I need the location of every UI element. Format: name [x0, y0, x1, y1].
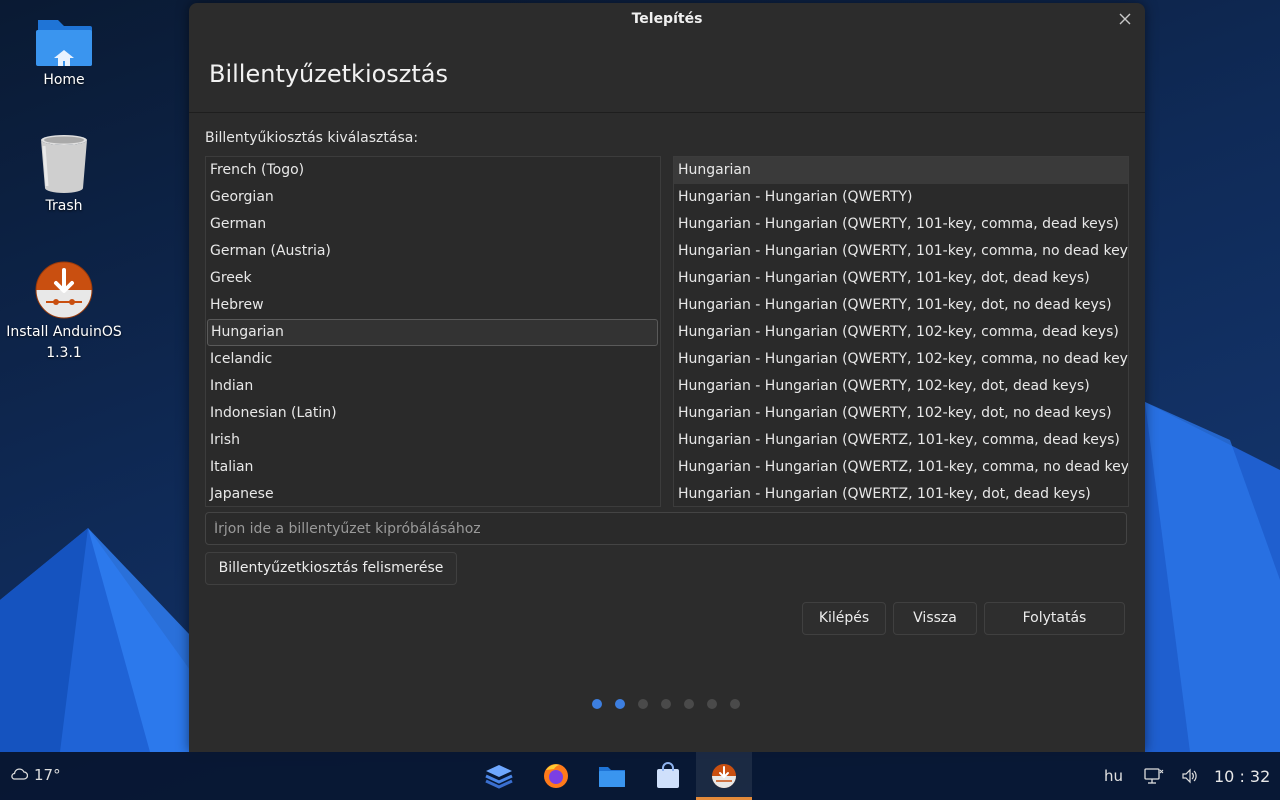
layout-list-item[interactable]: Hungarian — [207, 319, 658, 346]
clock[interactable]: 10 : 32 — [1214, 767, 1270, 786]
installer-icon — [712, 764, 736, 788]
layout-list-item[interactable]: Indonesian (Latin) — [206, 400, 660, 427]
divider — [189, 112, 1145, 113]
variant-list-item[interactable]: Hungarian - Hungarian (QWERTZ, 101-key, … — [674, 427, 1128, 454]
close-icon — [1119, 13, 1131, 25]
weather-temperature: 17° — [34, 766, 61, 784]
variant-list-item[interactable]: Hungarian - Hungarian (QWERTY, 101-key, … — [674, 265, 1128, 292]
keyboard-language-indicator[interactable]: hu — [1104, 767, 1123, 785]
layout-list-item[interactable]: Italian — [206, 454, 660, 481]
installer-window: Telepítés Billentyűzetkiosztás Billentyű… — [189, 3, 1145, 752]
progress-dot — [615, 699, 625, 709]
detect-layout-button[interactable]: Billentyűzetkiosztás felismerése — [205, 552, 457, 585]
variant-list-item[interactable]: Hungarian - Hungarian (QWERTY, 101-key, … — [674, 211, 1128, 238]
variant-list-item[interactable]: Hungarian - Hungarian (QWERTZ, 101-key, … — [674, 454, 1128, 481]
layout-list-item[interactable]: Indian — [206, 373, 660, 400]
taskbar: 17° hu 10: 32 — [0, 752, 1280, 800]
layers-icon — [485, 765, 513, 789]
taskbar-task-view[interactable] — [471, 752, 527, 800]
progress-dot — [592, 699, 602, 709]
layout-list-item[interactable]: Georgian — [206, 184, 660, 211]
desktop-icon-label-line1: Install AnduinOS — [6, 324, 122, 340]
home-folder-icon — [36, 20, 92, 66]
variant-list-item[interactable]: Hungarian - Hungarian (QWERTY, 101-key, … — [674, 238, 1128, 265]
folder-icon — [599, 767, 625, 787]
layout-list[interactable]: French (Togo) Georgian German German (Austr… — [205, 156, 661, 507]
variant-list-item[interactable]: Hungarian - Hungarian (QWERTY) — [674, 184, 1128, 211]
variant-list-item[interactable]: Hungarian - Hungarian (QWERTY, 102-key, … — [674, 373, 1128, 400]
progress-dot — [638, 699, 648, 709]
desktop-icon-label: Install AnduinOS 1.3.1 — [0, 322, 128, 364]
desktop-icon-label-line2: 1.3.1 — [46, 345, 82, 361]
trash-icon — [41, 135, 87, 193]
shopping-bag-icon — [657, 762, 679, 788]
variant-list-item[interactable]: Hungarian - Hungarian (QWERTZ, 101-key, … — [674, 481, 1128, 506]
firefox-icon — [544, 764, 568, 788]
close-button[interactable] — [1117, 11, 1133, 27]
desktop-icon-trash[interactable]: Trash — [0, 132, 128, 217]
desktop-icon-install-anduinos[interactable]: Install AnduinOS 1.3.1 — [0, 258, 128, 364]
back-button[interactable]: Vissza — [893, 602, 977, 635]
desktop-icon-label: Home — [43, 72, 85, 88]
window-title: Telepítés — [631, 11, 703, 27]
window-titlebar[interactable]: Telepítés — [189, 3, 1145, 37]
continue-button[interactable]: Folytatás — [984, 602, 1125, 635]
variant-list-item[interactable]: Hungarian - Hungarian (QWERTY, 102-key, … — [674, 319, 1128, 346]
progress-dot — [661, 699, 671, 709]
desktop-icon-home[interactable]: Home — [0, 12, 128, 91]
variant-list-item[interactable]: Hungarian - Hungarian (QWERTY, 102-key, … — [674, 346, 1128, 373]
layout-list-item[interactable]: Icelandic — [206, 346, 660, 373]
layout-list-item[interactable]: French (Togo) — [206, 157, 660, 184]
taskbar-firefox[interactable] — [528, 752, 584, 800]
volume-icon[interactable] — [1181, 768, 1199, 784]
progress-dot — [707, 699, 717, 709]
desktop-icon-label: Trash — [45, 198, 83, 214]
layout-select-label: Billentyűkiosztás kiválasztása: — [205, 130, 419, 146]
layout-list-item[interactable]: Japanese — [206, 481, 660, 506]
keyboard-test-input[interactable] — [205, 512, 1127, 545]
taskbar-software-store[interactable] — [640, 752, 696, 800]
variant-list-item[interactable]: Hungarian - Hungarian (QWERTY, 102-key, … — [674, 400, 1128, 427]
layout-list-item[interactable]: German — [206, 211, 660, 238]
network-icon[interactable] — [1144, 767, 1164, 785]
taskbar-installer[interactable] — [696, 752, 752, 800]
layout-list-item[interactable]: Irish — [206, 427, 660, 454]
taskbar-files[interactable] — [584, 752, 640, 800]
layout-list-item[interactable]: Greek — [206, 265, 660, 292]
layout-list-item[interactable]: German (Austria) — [206, 238, 660, 265]
variant-list[interactable]: Hungarian Hungarian - Hungarian (QWERTY) H… — [673, 156, 1129, 507]
quit-button[interactable]: Kilépés — [802, 602, 886, 635]
desktop: Home Trash Install AnduinOS 1.3.1 Telepí… — [0, 0, 1280, 800]
progress-dot — [684, 699, 694, 709]
variant-list-item[interactable]: Hungarian - Hungarian (QWERTY, 101-key, … — [674, 292, 1128, 319]
weather-widget[interactable]: 17° — [10, 766, 61, 784]
installer-icon — [35, 261, 93, 319]
layout-list-item[interactable]: Hebrew — [206, 292, 660, 319]
progress-dot — [730, 699, 740, 709]
cloud-icon — [11, 768, 29, 780]
page-title: Billentyűzetkiosztás — [209, 60, 449, 88]
variant-list-item[interactable]: Hungarian — [674, 157, 1128, 184]
